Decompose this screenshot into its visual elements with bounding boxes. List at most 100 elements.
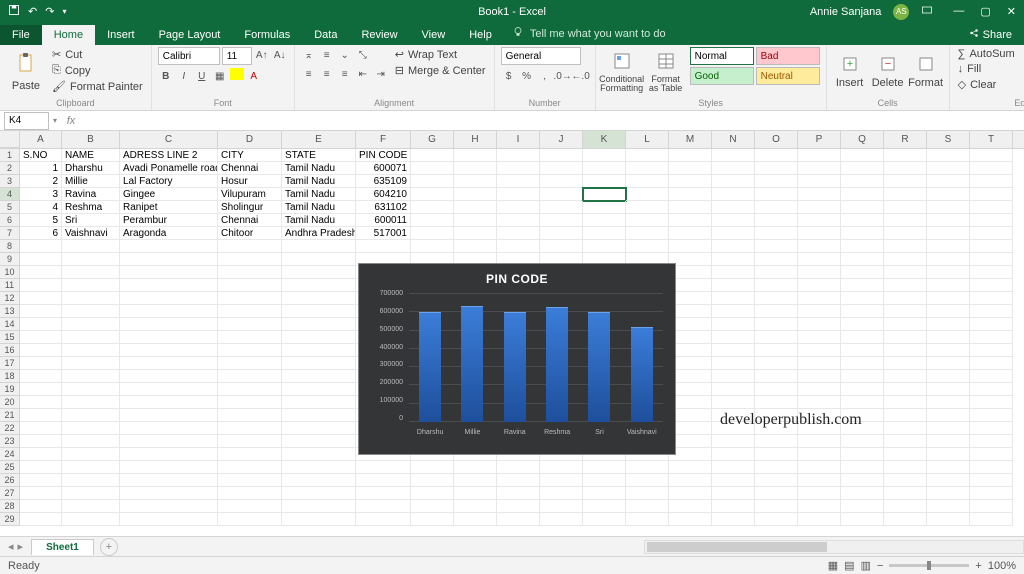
cell[interactable] <box>970 214 1013 227</box>
col-header[interactable]: J <box>540 131 583 148</box>
cell[interactable] <box>712 500 755 513</box>
col-header[interactable]: A <box>20 131 62 148</box>
cell[interactable] <box>884 409 927 422</box>
sheet-tab-active[interactable]: Sheet1 <box>31 539 94 555</box>
cell[interactable] <box>62 279 120 292</box>
cell[interactable]: Millie <box>62 175 120 188</box>
cell[interactable] <box>927 331 970 344</box>
cell[interactable] <box>927 500 970 513</box>
cell[interactable] <box>755 149 798 162</box>
view-page-layout-icon[interactable]: ▤ <box>844 559 854 572</box>
font-size-select[interactable] <box>222 47 252 65</box>
cell[interactable] <box>62 357 120 370</box>
row-header[interactable]: 6 <box>0 214 20 227</box>
cell[interactable]: Tamil Nadu <box>282 162 356 175</box>
cell[interactable] <box>755 500 798 513</box>
cell[interactable] <box>626 188 669 201</box>
cell[interactable] <box>841 513 884 526</box>
wrap-text-button[interactable]: ↩Wrap Text <box>393 47 488 62</box>
cell[interactable] <box>927 305 970 318</box>
cell[interactable]: Aragonda <box>120 227 218 240</box>
cell[interactable] <box>411 513 454 526</box>
cell[interactable] <box>927 279 970 292</box>
cell[interactable] <box>755 162 798 175</box>
cut-button[interactable]: ✂Cut <box>50 47 145 62</box>
cell[interactable] <box>755 253 798 266</box>
italic-button[interactable]: I <box>176 68 192 84</box>
delete-cells-button[interactable]: −Delete <box>871 47 905 97</box>
cell[interactable] <box>755 357 798 370</box>
cell[interactable]: 631102 <box>356 201 411 214</box>
cell[interactable] <box>282 409 356 422</box>
cell[interactable] <box>356 240 411 253</box>
cell[interactable] <box>626 149 669 162</box>
cell[interactable] <box>841 279 884 292</box>
cell[interactable] <box>927 474 970 487</box>
row-header[interactable]: 26 <box>0 474 20 487</box>
cell[interactable] <box>798 227 841 240</box>
cell[interactable]: CITY <box>218 149 282 162</box>
row-header[interactable]: 21 <box>0 409 20 422</box>
cell[interactable] <box>497 500 540 513</box>
tab-help[interactable]: Help <box>457 25 504 45</box>
cell[interactable] <box>798 201 841 214</box>
cell[interactable] <box>411 461 454 474</box>
user-name[interactable]: Annie Sanjana <box>810 6 882 18</box>
cell[interactable] <box>712 370 755 383</box>
cell[interactable] <box>454 175 497 188</box>
maximize-button[interactable]: ▢ <box>980 5 990 18</box>
cell[interactable] <box>755 396 798 409</box>
cell[interactable] <box>798 292 841 305</box>
cell[interactable]: Tamil Nadu <box>282 188 356 201</box>
cell[interactable] <box>356 513 411 526</box>
cell[interactable] <box>120 487 218 500</box>
tab-page-layout[interactable]: Page Layout <box>147 25 233 45</box>
cell[interactable] <box>712 149 755 162</box>
row-header[interactable]: 13 <box>0 305 20 318</box>
cell[interactable] <box>120 292 218 305</box>
share-button[interactable]: Share <box>957 24 1024 45</box>
style-good[interactable]: Good <box>690 67 754 85</box>
cell[interactable] <box>712 383 755 396</box>
cell[interactable] <box>218 357 282 370</box>
font-name-select[interactable] <box>158 47 220 65</box>
cell[interactable] <box>798 188 841 201</box>
cell[interactable] <box>927 175 970 188</box>
cell[interactable] <box>62 253 120 266</box>
cell[interactable] <box>712 474 755 487</box>
cell[interactable]: 635109 <box>356 175 411 188</box>
row-header[interactable]: 9 <box>0 253 20 266</box>
row-header[interactable]: 29 <box>0 513 20 526</box>
cell[interactable] <box>669 149 712 162</box>
cell[interactable] <box>454 240 497 253</box>
cell[interactable] <box>927 422 970 435</box>
user-avatar[interactable]: AS <box>893 4 909 20</box>
conditional-formatting-button[interactable]: Conditional Formatting <box>602 47 642 97</box>
cell[interactable] <box>927 266 970 279</box>
cell[interactable] <box>282 396 356 409</box>
zoom-out-button[interactable]: − <box>877 560 883 572</box>
row-header[interactable]: 2 <box>0 162 20 175</box>
row-header[interactable]: 11 <box>0 279 20 292</box>
cell[interactable]: Vaishnavi <box>62 227 120 240</box>
cell[interactable] <box>20 513 62 526</box>
orientation-icon[interactable]: ⤡ <box>355 47 371 63</box>
indent-left-icon[interactable]: ⇤ <box>355 66 371 82</box>
cell[interactable] <box>282 370 356 383</box>
cell[interactable] <box>884 266 927 279</box>
bold-button[interactable]: B <box>158 68 174 84</box>
col-header[interactable]: R <box>884 131 927 148</box>
cell[interactable] <box>970 331 1013 344</box>
cell[interactable] <box>884 344 927 357</box>
cell[interactable] <box>218 383 282 396</box>
cell[interactable] <box>669 188 712 201</box>
cell[interactable] <box>755 279 798 292</box>
cell[interactable] <box>20 435 62 448</box>
cell[interactable] <box>841 474 884 487</box>
cell[interactable] <box>884 370 927 383</box>
cell[interactable] <box>755 513 798 526</box>
cell[interactable] <box>120 344 218 357</box>
row-header[interactable]: 22 <box>0 422 20 435</box>
row-header[interactable]: 5 <box>0 201 20 214</box>
cell[interactable] <box>626 461 669 474</box>
